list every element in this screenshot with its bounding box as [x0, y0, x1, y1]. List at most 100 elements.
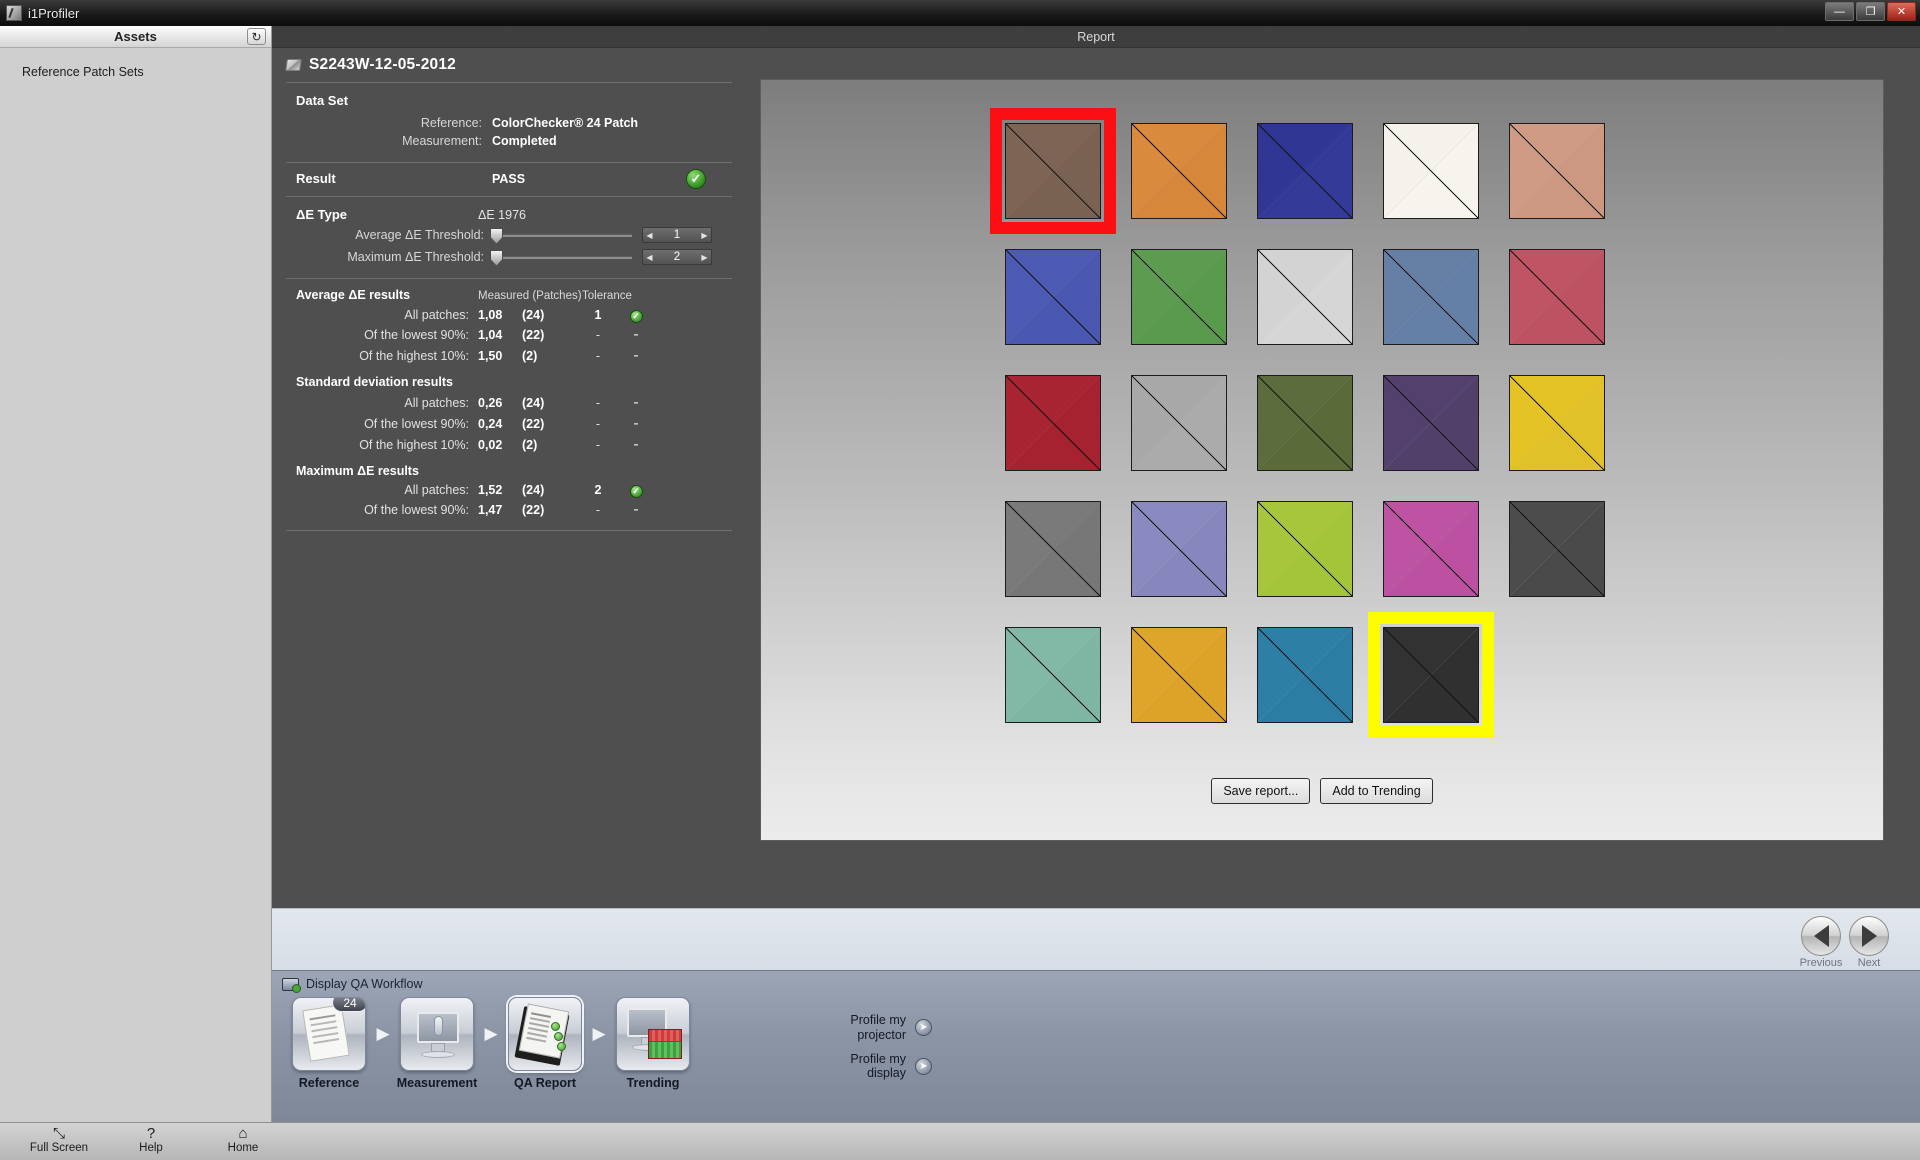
- refresh-icon[interactable]: ↻: [247, 28, 266, 45]
- color-patch[interactable]: [1383, 627, 1479, 723]
- color-patch[interactable]: [1131, 123, 1227, 219]
- color-patch-cell[interactable]: [1368, 234, 1494, 360]
- color-patch[interactable]: [1509, 501, 1605, 597]
- workflow-link[interactable]: Profile my projector➤: [806, 1013, 932, 1043]
- color-patch-cell[interactable]: [1494, 234, 1620, 360]
- color-patch-cell[interactable]: [1368, 486, 1494, 612]
- next-button[interactable]: Next: [1838, 916, 1900, 969]
- color-patch[interactable]: [1257, 249, 1353, 345]
- color-patch-cell[interactable]: [1494, 486, 1620, 612]
- maximum-threshold-stepper[interactable]: ◀ 2 ▶: [642, 249, 712, 265]
- color-patch[interactable]: [1383, 123, 1479, 219]
- chevron-right-icon: ▶: [588, 997, 610, 1071]
- toolbar-item-full-screen[interactable]: ⤡Full Screen: [28, 1123, 90, 1154]
- status-dash: -: [633, 436, 638, 454]
- workflow-link-label: Profile my display: [806, 1052, 906, 1082]
- trend-chart-icon[interactable]: [616, 997, 690, 1071]
- color-patch[interactable]: [1005, 123, 1101, 219]
- color-patch[interactable]: [1131, 627, 1227, 723]
- stepper-left-icon[interactable]: ◀: [643, 231, 656, 240]
- color-patch[interactable]: [1509, 375, 1605, 471]
- color-patch[interactable]: [1257, 123, 1353, 219]
- toolbar-item-help[interactable]: ?Help: [120, 1123, 182, 1154]
- minimize-button[interactable]: —: [1825, 2, 1854, 21]
- color-patch-cell[interactable]: [1116, 486, 1242, 612]
- sidebar-item-reference-patch-sets[interactable]: Reference Patch Sets: [22, 62, 271, 82]
- workflow-header: Display QA Workflow: [272, 971, 1920, 991]
- maximum-threshold-slider[interactable]: [492, 256, 632, 259]
- color-patch[interactable]: [1005, 249, 1101, 345]
- maximum-threshold-label: Maximum ΔE Threshold:: [282, 250, 492, 264]
- row-label: Of the highest 10%:: [282, 438, 478, 452]
- color-patch[interactable]: [1257, 627, 1353, 723]
- color-patch[interactable]: [1257, 501, 1353, 597]
- color-patch-cell[interactable]: [1116, 612, 1242, 738]
- workflow-link[interactable]: Profile my display ➤: [806, 1052, 932, 1082]
- average-threshold-stepper[interactable]: ◀ 1 ▶: [642, 227, 712, 243]
- patch-divider-line: [1006, 502, 1100, 596]
- close-button[interactable]: ✕: [1887, 2, 1916, 21]
- toolbar-item-home[interactable]: ⌂Home: [212, 1123, 274, 1154]
- table-row: Of the highest 10%:1,50(2)--: [282, 345, 732, 366]
- arrow-right-circle-icon[interactable]: ➤: [915, 1019, 932, 1036]
- color-patch[interactable]: [1383, 249, 1479, 345]
- color-patch-cell[interactable]: [1242, 612, 1368, 738]
- workflow-step-trending[interactable]: Trending: [610, 997, 696, 1090]
- workflow-step-reference[interactable]: 24Reference: [286, 997, 372, 1090]
- row-tolerance: -: [578, 328, 618, 342]
- color-patch[interactable]: [1383, 375, 1479, 471]
- color-patch[interactable]: [1509, 123, 1605, 219]
- maximize-button[interactable]: ❐: [1856, 2, 1885, 21]
- color-patch-cell[interactable]: [990, 612, 1116, 738]
- arrow-right-circle-icon[interactable]: ➤: [915, 1058, 932, 1075]
- color-patch-cell[interactable]: [1242, 108, 1368, 234]
- workflow-step-measurement[interactable]: Measurement: [394, 997, 480, 1090]
- color-patch-cell[interactable]: [1116, 108, 1242, 234]
- color-patch[interactable]: [1131, 501, 1227, 597]
- table-row: Of the lowest 90%:0,24(22)--: [282, 413, 732, 434]
- monitor-measure-icon[interactable]: [400, 997, 474, 1071]
- stepper-left-icon[interactable]: ◀: [643, 253, 656, 262]
- status-dash: -: [633, 501, 638, 519]
- fullscreen-icon[interactable]: ⤡: [28, 1125, 90, 1142]
- stepper-right-icon[interactable]: ▶: [698, 253, 711, 262]
- home-icon[interactable]: ⌂: [212, 1125, 274, 1142]
- workflow-step-qa-report[interactable]: QA Report: [502, 997, 588, 1090]
- color-patch[interactable]: [1257, 375, 1353, 471]
- color-patch-cell[interactable]: [990, 360, 1116, 486]
- workflow-step-label: Measurement: [394, 1076, 480, 1090]
- arrow-right-icon[interactable]: [1849, 916, 1889, 956]
- color-patch-cell[interactable]: [1368, 108, 1494, 234]
- color-patch[interactable]: [1383, 501, 1479, 597]
- stepper-right-icon[interactable]: ▶: [698, 231, 711, 240]
- column-header-tolerance: Tolerance: [582, 290, 658, 302]
- color-patch-cell[interactable]: [990, 486, 1116, 612]
- color-patch[interactable]: [1005, 627, 1101, 723]
- color-patch-cell[interactable]: [1116, 360, 1242, 486]
- color-patch-cell[interactable]: [990, 108, 1116, 234]
- color-patch-cell[interactable]: [1116, 234, 1242, 360]
- color-patch[interactable]: [1131, 249, 1227, 345]
- color-patch-cell[interactable]: [1368, 360, 1494, 486]
- clipboard-check-icon[interactable]: [508, 997, 582, 1071]
- help-icon[interactable]: ?: [120, 1125, 182, 1142]
- add-to-trending-button[interactable]: Add to Trending: [1320, 778, 1432, 804]
- color-patch-cell[interactable]: [1242, 486, 1368, 612]
- color-patch[interactable]: [1509, 249, 1605, 345]
- table-row: All patches:1,08(24)1✓: [282, 306, 732, 324]
- save-report-button[interactable]: Save report...: [1211, 778, 1310, 804]
- color-patch-cell[interactable]: [1368, 612, 1494, 738]
- color-patch[interactable]: [1005, 501, 1101, 597]
- average-threshold-slider[interactable]: [492, 234, 632, 237]
- patch-divider-line: [1132, 502, 1226, 596]
- patch-divider-line: [1006, 628, 1100, 722]
- color-patch[interactable]: [1005, 375, 1101, 471]
- color-patch-cell[interactable]: [1494, 360, 1620, 486]
- color-patch[interactable]: [1131, 375, 1227, 471]
- color-patch-cell[interactable]: [1494, 108, 1620, 234]
- color-patch-cell[interactable]: [990, 234, 1116, 360]
- document-icon[interactable]: 24: [292, 997, 366, 1071]
- color-patch-cell[interactable]: [1242, 234, 1368, 360]
- arrow-left-icon[interactable]: [1801, 916, 1841, 956]
- color-patch-cell[interactable]: [1242, 360, 1368, 486]
